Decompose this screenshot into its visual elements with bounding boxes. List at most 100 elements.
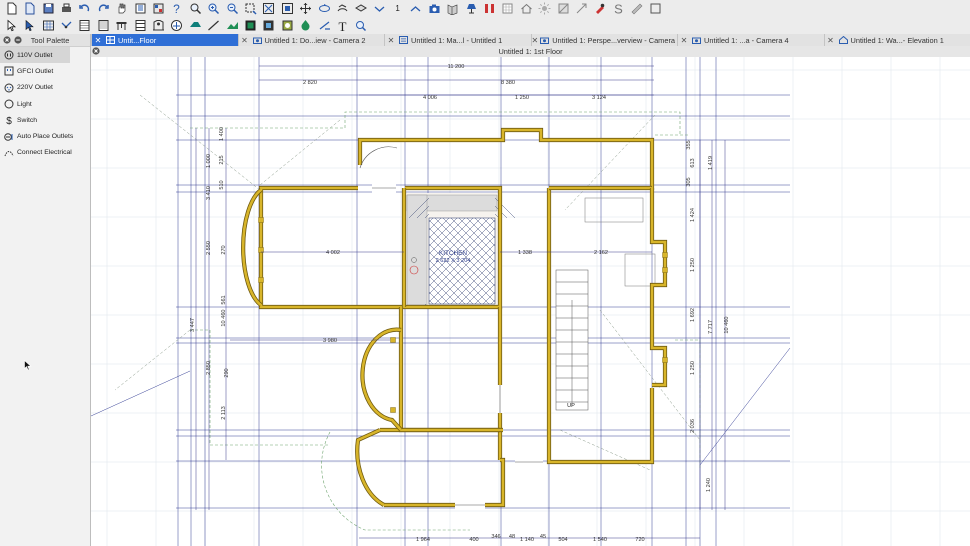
material-icon[interactable] [556,2,570,16]
tab-view-6[interactable]: ✕ Untitled 1: Wa...- Elevation 1 [823,34,970,46]
window-marker [662,252,668,258]
tab-view-5[interactable]: ✕ Untitled 1: ...a - Camera 4 [677,34,824,46]
plant-icon[interactable] [262,19,276,33]
tab-close-icon[interactable]: ✕ [92,36,104,45]
dimension-label: 1 240 [706,478,712,492]
stairs-icon[interactable] [170,19,184,33]
fixture-icon[interactable] [280,19,294,33]
orbit-icon[interactable] [335,2,349,16]
pointer-icon[interactable] [4,19,18,33]
tab-view-1[interactable]: ✕ Untit...Floor [91,34,238,46]
palette-item-outlet-110v[interactable]: 110V Outlet [0,47,70,64]
arrow-icon[interactable] [575,2,589,16]
tab-view-4[interactable]: ✕ Untitled 1: Perspe...verview - Camera 3 [530,34,677,46]
floor-plan-drawing[interactable]: 11 200 2 820 8 380 4 006 1 250 3 124 1 400 1 00… [91,57,970,546]
palette-close-icon[interactable] [2,36,11,45]
plan-canvas[interactable]: 11 200 2 820 8 380 4 006 1 250 3 124 1 400 1 00… [91,57,970,546]
library-icon[interactable] [133,2,147,16]
connect-icon[interactable] [60,19,74,33]
zoom-out-icon[interactable] [225,2,239,16]
camera-icon[interactable] [427,2,441,16]
catalog-icon[interactable] [152,2,166,16]
magnifier-icon[interactable] [354,19,368,33]
undo-icon[interactable] [78,2,92,16]
tab-close-icon[interactable]: ✕ [678,36,690,45]
window-marker [390,407,396,413]
zoom-window-icon[interactable] [243,2,257,16]
tab-view-3[interactable]: ✕ Untitled 1: Ma...l - Untitled 1 [384,34,531,46]
grid-wall-icon[interactable] [41,19,55,33]
mouse-pointer-icon [24,359,32,373]
zoom-magnifier-icon[interactable] [188,2,202,16]
new-plan-icon[interactable] [23,2,37,16]
wall [358,128,654,190]
floor-up-icon[interactable] [409,2,423,16]
table-icon[interactable] [115,19,129,33]
line-icon[interactable] [243,19,257,33]
lamp-icon[interactable] [464,2,478,16]
ruler-icon[interactable] [630,2,644,16]
palette-item-label: 110V Outlet [17,51,53,59]
palette-item-light[interactable]: Light [0,96,90,112]
dimension-label: 613 [690,158,696,167]
plan-view-icon [106,36,115,44]
palette-item-outlet-gfci[interactable]: GFCI Outlet [0,63,90,79]
guide-line [91,370,191,417]
floor-down-icon[interactable] [372,2,386,16]
perspective-icon[interactable] [446,2,460,16]
redo-icon[interactable] [96,2,110,16]
tab-close-icon[interactable]: ✕ [239,36,251,45]
floor-number-display: 1 [395,4,400,13]
camera-view-icon [692,36,701,44]
cabinet-icon[interactable] [78,19,92,33]
new-file-icon[interactable] [4,2,18,16]
light-icon [4,99,14,109]
tab-view-2[interactable]: ✕ Untitled 1: Do...iew - Camera 2 [237,34,385,46]
palette-item-outlet-220v[interactable]: 220V Outlet [0,80,90,96]
text-icon[interactable]: T [335,19,349,33]
fill-window-icon[interactable] [262,2,276,16]
window-icon[interactable] [133,19,147,33]
select-hand-icon[interactable] [115,2,129,16]
save-icon[interactable] [41,2,55,16]
stairs-up-label: UP [567,403,575,409]
room-icon[interactable] [317,19,331,33]
terrain-icon[interactable] [225,19,239,33]
eyedropper-icon[interactable]: S [611,2,625,16]
view-close-icon[interactable] [91,46,100,56]
measure-icon[interactable] [483,2,497,16]
palette-item-switch[interactable]: $ Switch [0,112,90,128]
tab-close-icon[interactable]: ✕ [825,36,837,45]
pencil-icon[interactable] [648,2,662,16]
print-icon[interactable] [60,2,74,16]
electrical-icon[interactable] [299,19,313,33]
help-icon[interactable]: ? [170,2,184,16]
palette-item-auto-outlets[interactable]: Auto Place Outlets [0,128,90,144]
connect-electrical-icon [4,148,14,158]
paint-icon[interactable] [593,2,607,16]
roof-icon[interactable] [188,19,202,33]
zoom-in-icon[interactable] [207,2,221,16]
camera-view-icon [540,36,550,44]
palette-minimize-icon[interactable] [13,36,22,45]
swoop-icon[interactable] [317,2,331,16]
sun-icon[interactable] [538,2,552,16]
window-marker [662,357,668,363]
edit-icon[interactable] [23,19,37,33]
wall [361,328,402,431]
fit-icon[interactable] [280,2,294,16]
palette-item-connect-electrical[interactable]: Connect Electrical [0,145,90,161]
grid-icon[interactable] [501,2,515,16]
tab-label: Untitled 1: Wa...- Elevation 1 [850,35,944,45]
wall-icon[interactable] [96,19,110,33]
tool-palette: Tool Palette 110V Outlet GFCI Outlet 220V … [0,34,91,546]
door-icon[interactable] [152,19,166,33]
home-icon[interactable] [519,2,533,16]
dimension-label: 561 [221,295,227,304]
tab-close-icon[interactable]: ✕ [385,36,397,45]
back-clip-icon[interactable] [354,2,368,16]
tab-close-icon[interactable]: ✕ [532,36,539,45]
chair [624,253,656,287]
pan-icon[interactable] [299,2,313,16]
framing-icon[interactable] [207,19,221,33]
